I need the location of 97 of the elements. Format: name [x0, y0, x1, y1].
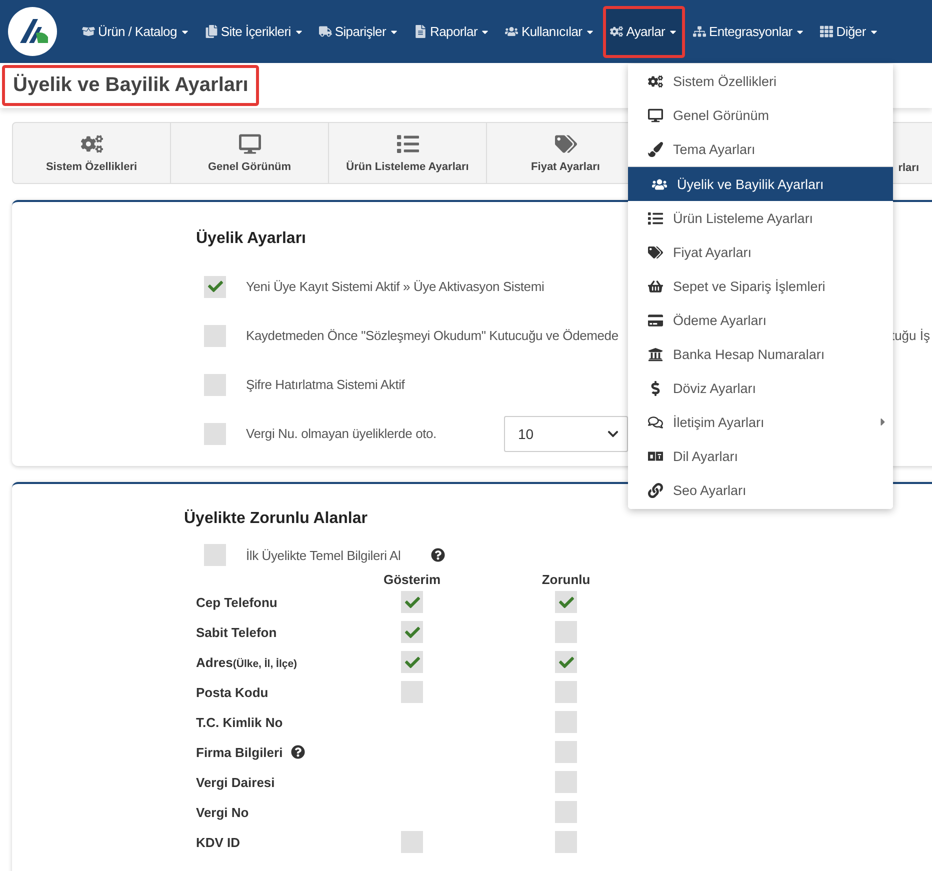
- menu-item[interactable]: Dil Ayarları: [628, 439, 893, 473]
- nav-menu-item[interactable]: Kullanıcılar: [498, 6, 602, 58]
- checkbox[interactable]: [204, 374, 226, 396]
- option-label: Vergi Nu. olmayan üyeliklerde oto.: [246, 426, 438, 441]
- logo-icon[interactable]: [8, 7, 57, 56]
- checkbox[interactable]: [555, 831, 577, 853]
- check-icon: [558, 594, 574, 610]
- page-title: Üyelik ve Bayilik Ayarları: [2, 65, 260, 106]
- column-header: Gösterim: [383, 572, 441, 587]
- menu-item[interactable]: Sistem Özellikleri: [628, 64, 893, 98]
- menu-item[interactable]: Üyelik ve Bayilik Ayarları: [628, 167, 893, 201]
- truck-icon: [318, 25, 332, 38]
- checkbox[interactable]: [555, 681, 577, 703]
- checkbox[interactable]: [555, 741, 577, 763]
- menu-item[interactable]: Ödeme Ayarları: [628, 303, 893, 337]
- option-label: Yeni Üye Kayıt Sistemi Aktif » Üye Aktivasyon Sistemi: [246, 279, 544, 294]
- basket-icon: [648, 278, 663, 294]
- checkbox[interactable]: [204, 544, 226, 566]
- check-icon: [404, 654, 420, 670]
- list-icon: [396, 133, 418, 155]
- field-label: KDV ID: [196, 834, 240, 850]
- language-icon: [648, 450, 663, 462]
- gears-icon: [80, 133, 102, 155]
- select-field[interactable]: 10: [504, 416, 628, 452]
- checkbox[interactable]: [204, 324, 226, 346]
- menu-item[interactable]: Ürün Listeleme Ayarları: [628, 201, 893, 235]
- section-title: Üyelik Ayarları: [196, 230, 307, 248]
- bank-icon: [648, 346, 663, 362]
- field-label: Cep Telefonu: [196, 594, 278, 610]
- nav-menu-item[interactable]: Diğer: [813, 6, 886, 58]
- menu-item[interactable]: Banka Hesap Numaraları: [628, 337, 893, 371]
- gears-icon: [610, 25, 624, 38]
- settings-tab[interactable]: Ürün Listeleme Ayarları: [329, 123, 487, 183]
- checkbox[interactable]: [401, 681, 423, 703]
- check-icon: [208, 279, 222, 294]
- help-icon[interactable]: [290, 745, 305, 759]
- check-icon: [404, 624, 420, 640]
- column-header: Zorunlu: [542, 572, 590, 587]
- nav-menu-item[interactable]: Raporlar: [407, 6, 498, 58]
- checkbox[interactable]: [204, 422, 226, 444]
- checkbox[interactable]: [555, 621, 577, 643]
- monitor-icon: [238, 133, 260, 155]
- checkbox[interactable]: [401, 651, 423, 673]
- list-icon: [648, 210, 663, 226]
- option-label: İlk Üyelikte Temel Bilgileri Al: [246, 548, 401, 562]
- checkbox[interactable]: [555, 801, 577, 823]
- monitor-icon: [648, 108, 663, 122]
- checkbox[interactable]: [555, 771, 577, 793]
- checkbox[interactable]: [401, 591, 423, 613]
- field-label: Vergi Dairesi: [196, 774, 275, 790]
- option-label: Şifre Hatırlatma Sistemi Aktif: [246, 377, 405, 392]
- tag-icon: [648, 244, 663, 260]
- menu-item[interactable]: Sepet ve Sipariş İşlemleri: [628, 269, 893, 303]
- settings-tab-label[interactable]: rları: [898, 162, 919, 174]
- menu-item[interactable]: Döviz Ayarları: [628, 371, 893, 405]
- option-label: Kaydetmeden Önce "Sözleşmeyi Okudum" Kutucuğu ve Ödemede: [246, 328, 618, 343]
- checkbox[interactable]: [204, 276, 226, 298]
- checkbox[interactable]: [555, 711, 577, 733]
- nav-menu-item[interactable]: Entegrasyonlar: [686, 6, 812, 58]
- checkbox[interactable]: [401, 621, 423, 643]
- nav-menu-item[interactable]: Ayarlar: [603, 6, 686, 58]
- menu-item[interactable]: Seo Ayarları: [628, 473, 893, 507]
- pages-icon: [204, 25, 218, 38]
- menu-item[interactable]: Tema Ayarları: [628, 132, 893, 166]
- check-icon: [404, 594, 420, 610]
- section-title: Üyelikte Zorunlu Alanlar: [184, 510, 368, 528]
- gears-icon: [648, 74, 663, 88]
- users-icon: [652, 176, 667, 192]
- checkbox[interactable]: [555, 591, 577, 613]
- tag-icon: [554, 133, 576, 155]
- sitemap-icon: [693, 25, 706, 38]
- speech-bubbles-icon: [648, 414, 663, 430]
- field-label: Adres(Ülke, İl, İlçe): [196, 654, 298, 670]
- menu-item[interactable]: Genel Görünüm: [628, 98, 893, 132]
- users-icon: [505, 25, 518, 38]
- box-icon: [82, 25, 95, 38]
- menu-item[interactable]: İletişim Ayarları: [628, 405, 893, 439]
- settings-tab[interactable]: Genel Görünüm: [171, 123, 329, 183]
- field-label: Vergi No: [196, 804, 249, 820]
- help-icon[interactable]: [430, 548, 445, 562]
- card-icon: [648, 312, 663, 328]
- field-label: Firma Bilgileri: [196, 744, 283, 760]
- checkbox[interactable]: [401, 831, 423, 853]
- menu-item[interactable]: Fiyat Ayarları: [628, 235, 893, 269]
- grid-icon: [820, 25, 834, 38]
- field-label: Posta Kodu: [196, 684, 268, 700]
- link-icon: [648, 482, 663, 498]
- settings-tab[interactable]: Sistem Özellikleri: [13, 123, 171, 183]
- check-icon: [558, 654, 574, 670]
- field-label: Sabit Telefon: [196, 624, 277, 640]
- field-label: T.C. Kimlik No: [196, 714, 283, 730]
- brush-icon: [648, 142, 663, 156]
- nav-menu-item[interactable]: Site İçerikleri: [198, 6, 311, 58]
- nav-menu-item[interactable]: Ürün / Katalog: [75, 6, 197, 58]
- document-icon: [414, 25, 428, 38]
- checkbox[interactable]: [555, 651, 577, 673]
- nav-menu-item[interactable]: Siparişler: [312, 6, 406, 58]
